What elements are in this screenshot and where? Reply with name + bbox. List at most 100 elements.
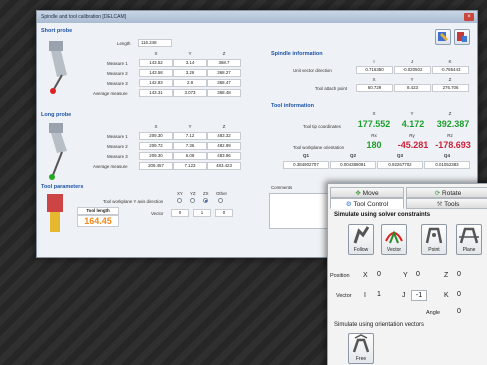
tool-coord-x: 177.552 (357, 119, 391, 129)
free-button[interactable]: Free (348, 333, 374, 364)
window-titlebar: Spindle and tool calibration [DELCAM] × (37, 11, 477, 23)
pos-z-label: Z (444, 272, 449, 279)
plane-button[interactable]: Plane (456, 224, 482, 255)
vec-j-label: J (402, 292, 406, 299)
tab-tool-control[interactable]: ⚙ Tool Control (330, 198, 404, 209)
vector-label: Vector (386, 247, 402, 253)
plane-label: Plane (462, 247, 476, 253)
long-probe-cell-x[interactable]: 209.72 (139, 142, 173, 150)
short-probe-cell-z[interactable]: 368.47 (207, 79, 241, 87)
spindle-col-x: X (372, 77, 376, 82)
radio-xy[interactable] (177, 198, 182, 203)
tab-move-label: Move (362, 190, 379, 197)
q3-value: 0.92267702 (377, 161, 423, 169)
close-button[interactable]: × (464, 13, 474, 21)
tool-orient-rx: 180 (366, 140, 382, 150)
option-xy-label: XY (177, 191, 183, 196)
long-probe-cell-x[interactable]: 209.30 (139, 152, 173, 160)
long-probe-cell-x[interactable]: 209.30 (139, 132, 173, 140)
pos-y-label: Y (403, 272, 408, 279)
short-probe-cell-x[interactable]: 142.83 (139, 79, 173, 87)
tool-length-value: 164.45 (77, 215, 119, 227)
tool-vector-y[interactable]: 1 (193, 209, 211, 217)
vec-i-input[interactable]: 1 (372, 291, 386, 300)
tab-move[interactable]: ✥ Move (330, 187, 404, 198)
angle-input[interactable]: 0 (452, 308, 466, 317)
point-label: Point (428, 247, 440, 253)
export-icon-button[interactable] (454, 29, 470, 45)
tool-col-y: Y (410, 111, 414, 116)
long-probe-row-label: Measure 1 (107, 134, 128, 139)
long-probe-cell-y[interactable]: 7.36 (173, 142, 207, 150)
vector-button[interactable]: Vector (381, 224, 407, 255)
vec-k-label: K (444, 292, 449, 299)
spindle-col-k: K (448, 59, 452, 64)
orient-title: Simulate using orientation vectors (334, 322, 425, 328)
long-probe-cell-z[interactable]: 483.32 (207, 132, 241, 140)
long-probe-row-label: Measure 2 (107, 144, 128, 149)
tool-params-title: Tool parameters (41, 184, 84, 190)
short-probe-cell-y[interactable]: 3.26 (173, 69, 207, 77)
tool-col-ry: Ry (409, 133, 415, 138)
tool-vector-x[interactable]: 0 (171, 209, 189, 217)
pos-z-input[interactable]: 0 (452, 271, 466, 280)
short-length-label: Length (117, 41, 131, 46)
comments-label: Comments (271, 185, 293, 190)
vector-icon (385, 230, 403, 244)
q1-header: Q1 (302, 153, 310, 158)
long-col-y: Y (188, 124, 192, 129)
pos-x-input[interactable]: 0 (372, 271, 386, 280)
short-probe-cell-z[interactable]: 368.7 (207, 59, 241, 67)
unit-vector-j: -0.020502 (394, 66, 431, 74)
short-col-z: Z (222, 51, 226, 56)
unit-vector-k: -0.785443 (432, 66, 469, 74)
short-probe-icon (49, 41, 67, 94)
calibrate-icon-button[interactable] (435, 29, 451, 45)
tool-length-icon (47, 194, 63, 232)
long-probe-row-label: Average measure (93, 164, 128, 169)
q3-header: Q3 (396, 153, 404, 158)
vec-j-input[interactable]: -1 (411, 290, 427, 301)
q2-value: 0.004389091 (330, 161, 376, 169)
short-probe-cell-z: 368.48 (207, 89, 241, 97)
follow-label: Follow (353, 247, 369, 253)
point-button[interactable]: Point (421, 224, 447, 255)
free-label: Free (355, 356, 367, 362)
attach-label: Tool attach point (315, 86, 347, 91)
long-col-z: Z (222, 124, 226, 129)
short-probe-cell-z[interactable]: 368.27 (207, 69, 241, 77)
long-probe-cell-y[interactable]: 6.09 (173, 152, 207, 160)
short-length-input[interactable]: 116.248 (138, 39, 172, 47)
short-probe-cell-x: 143.31 (139, 89, 173, 97)
tab-rotate[interactable]: ⟳ Rotate (406, 187, 487, 198)
short-probe-row-label: Average measure (93, 91, 128, 96)
radio-zx[interactable] (203, 198, 208, 203)
tool-coord-z: 392.387 (436, 119, 470, 129)
export-icon (457, 32, 467, 42)
window-title: Spindle and tool calibration [DELCAM] (41, 14, 127, 20)
tool-vector-z[interactable]: 0 (215, 209, 233, 217)
short-probe-cell-x[interactable]: 143.58 (139, 69, 173, 77)
solver-title: Simulate using solver constraints (334, 212, 431, 218)
spindle-col-j: J (410, 59, 414, 64)
pos-y-input[interactable]: 0 (411, 271, 425, 280)
short-probe-cell-y[interactable]: 2.8 (173, 79, 207, 87)
tool-col-z: Z (448, 111, 452, 116)
long-probe-cell-y[interactable]: 7.12 (173, 132, 207, 140)
long-probe-cell-z[interactable]: 482.99 (207, 142, 241, 150)
long-probe-cell-z[interactable]: 483.96 (207, 152, 241, 160)
short-col-y: Y (188, 51, 192, 56)
tab-tools[interactable]: ⚒ Tools (406, 198, 487, 209)
tool-col-x: X (372, 111, 376, 116)
unit-vector-i: 0.716350 (356, 66, 393, 74)
vec-k-input[interactable]: 0 (452, 291, 466, 300)
short-probe-cell-y[interactable]: 3.14 (173, 59, 207, 67)
radio-other[interactable] (218, 198, 223, 203)
short-probe-cell-x[interactable]: 143.52 (139, 59, 173, 67)
option-yz-label: YZ (190, 191, 196, 196)
follow-button[interactable]: Follow (348, 224, 374, 255)
short-probe-row-label: Measure 2 (107, 71, 128, 76)
spindle-info-title: Spindle information (271, 51, 323, 57)
spindle-col-z: Z (448, 77, 452, 82)
radio-yz[interactable] (190, 198, 195, 203)
